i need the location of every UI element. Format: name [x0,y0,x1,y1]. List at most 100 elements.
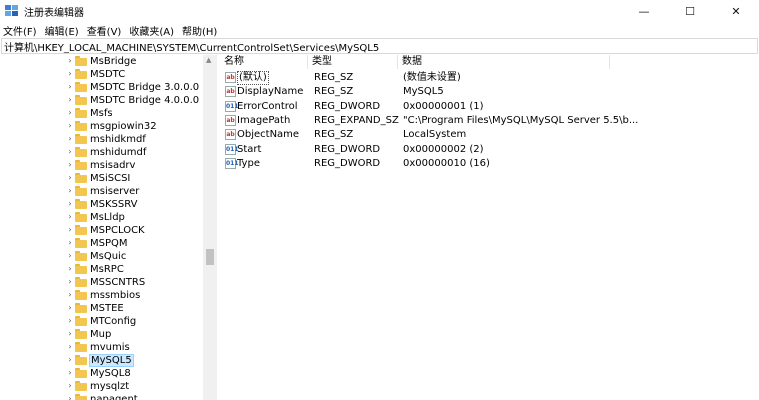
tree-item-label: msiserver [90,186,140,197]
expand-arrow-icon[interactable]: › [67,69,73,78]
tree-item-label: MSDTC Bridge 3.0.0.0 [90,82,200,93]
expand-arrow-icon[interactable]: › [67,238,73,247]
tree-item[interactable]: › MSPQM [0,237,203,250]
expand-arrow-icon[interactable]: › [67,160,73,169]
tree-item[interactable]: › MSDTC Bridge 3.0.0.0 [0,81,203,94]
expand-arrow-icon[interactable]: › [67,121,73,130]
close-button[interactable]: ✕ [713,0,759,22]
value-name: DisplayName [237,86,304,98]
folder-icon [75,342,87,352]
column-header-data[interactable]: 数据 [398,55,610,69]
tree-item[interactable]: › MSSCNTRS [0,276,203,289]
column-header-name[interactable]: 名称 [220,55,308,69]
value-name: ImagePath [237,114,291,126]
tree-item[interactable]: › MSDTC Bridge 4.0.0.0 [0,94,203,107]
dword-value-icon: 011 [225,100,239,112]
expand-arrow-icon[interactable]: › [67,368,73,377]
value-type: REG_SZ [314,129,354,141]
expand-arrow-icon[interactable]: › [67,108,73,117]
menu-favorites[interactable]: 收藏夹(A) [125,23,178,38]
tree-item[interactable]: › MTConfig [0,315,203,328]
expand-arrow-icon[interactable]: › [67,147,73,156]
tree-item[interactable]: › MsQuic [0,250,203,263]
tree-item-label: MSSCNTRS [90,277,146,288]
value-row[interactable]: ab ImagePath REG_EXPAND_SZ "C:\Program File… [220,114,759,128]
tree-item[interactable]: › mssmbios [0,289,203,302]
tree-scrollbar[interactable]: ▲ [203,55,217,400]
folder-icon [75,199,87,209]
value-row[interactable]: 011 Start REG_DWORD 0x00000002 (2) [220,143,759,157]
tree-item-label: MSTEE [90,303,124,314]
expand-arrow-icon[interactable]: › [67,186,73,195]
list-header: 名称 类型 数据 [220,55,759,69]
address-bar[interactable]: 计算机\HKEY_LOCAL_MACHINE\SYSTEM\CurrentCon… [1,38,758,54]
expand-arrow-icon[interactable]: › [67,355,73,364]
expand-arrow-icon[interactable]: › [67,342,73,351]
expand-arrow-icon[interactable]: › [67,303,73,312]
value-row[interactable]: ab (默认) REG_SZ (数值未设置) [220,71,759,85]
scroll-up-icon[interactable]: ▲ [206,56,211,64]
expand-arrow-icon[interactable]: › [67,225,73,234]
value-type: REG_DWORD [314,157,381,169]
folder-icon [75,95,87,105]
expand-arrow-icon[interactable]: › [67,199,73,208]
tree-item[interactable]: › mshidumdf [0,146,203,159]
tree-item[interactable]: › MSKSSRV [0,198,203,211]
tree-item[interactable]: › Msfs [0,107,203,120]
tree-item[interactable]: › MySQL8 [0,367,203,380]
scrollbar-thumb[interactable] [206,249,214,265]
tree-item[interactable]: › msgpiowin32 [0,120,203,133]
tree-item[interactable]: › mvumis [0,341,203,354]
maximize-button[interactable]: ☐ [667,0,713,22]
dword-value-icon: 011 [225,157,239,169]
expand-arrow-icon[interactable]: › [67,394,73,400]
tree-item[interactable]: › msisadrv [0,159,203,172]
tree-item[interactable]: › Mup [0,328,203,341]
value-name: ErrorControl [237,100,298,112]
expand-arrow-icon[interactable]: › [67,134,73,143]
tree-item[interactable]: › msiserver [0,185,203,198]
value-row[interactable]: 011 Type REG_DWORD 0x00000010 (16) [220,157,759,171]
tree-item[interactable]: › MSDTC [0,68,203,81]
menu-edit[interactable]: 编辑(E) [41,23,83,38]
value-data: LocalSystem [403,129,467,141]
expand-arrow-icon[interactable]: › [67,251,73,260]
value-row[interactable]: ab ObjectName REG_SZ LocalSystem [220,128,759,142]
expand-arrow-icon[interactable]: › [67,82,73,91]
tree-item[interactable]: › MSPCLOCK [0,224,203,237]
dword-value-icon: 011 [225,143,239,155]
window-title: 注册表编辑器 [24,7,84,19]
tree-item[interactable]: › MSTEE [0,302,203,315]
expand-arrow-icon[interactable]: › [67,212,73,221]
tree-item[interactable]: › MsBridge [0,55,203,68]
tree-item[interactable]: › MSiSCSI [0,172,203,185]
expand-arrow-icon[interactable]: › [67,316,73,325]
column-header-type[interactable]: 类型 [308,55,398,69]
expand-arrow-icon[interactable]: › [67,329,73,338]
menu-file[interactable]: 文件(F) [0,23,41,38]
expand-arrow-icon[interactable]: › [67,290,73,299]
tree-item[interactable]: › MsLldp [0,211,203,224]
expand-arrow-icon[interactable]: › [67,56,73,65]
tree-item[interactable]: › MsRPC [0,263,203,276]
menu-help[interactable]: 帮助(H) [178,23,221,38]
tree-item[interactable]: › napagent [0,393,203,400]
menu-view[interactable]: 查看(V) [83,23,126,38]
expand-arrow-icon[interactable]: › [67,277,73,286]
tree-item-label: MsQuic [90,251,127,262]
value-data: (数值未设置) [403,72,461,83]
minimize-button[interactable]: — [621,0,667,22]
value-name: ObjectName [237,129,300,141]
value-row[interactable]: ab DisplayName REG_SZ MySQL5 [220,85,759,99]
expand-arrow-icon[interactable]: › [67,264,73,273]
folder-icon [75,368,87,378]
tree-item[interactable]: › MySQL5 [0,354,203,367]
expand-arrow-icon[interactable]: › [67,173,73,182]
expand-arrow-icon[interactable]: › [67,95,73,104]
value-row[interactable]: 011 ErrorControl REG_DWORD 0x00000001 (1) [220,100,759,114]
folder-icon [75,147,87,157]
expand-arrow-icon[interactable]: › [67,381,73,390]
tree-item[interactable]: › mysqlzt [0,380,203,393]
tree-item-label: Mup [90,329,112,340]
tree-item[interactable]: › mshidkmdf [0,133,203,146]
